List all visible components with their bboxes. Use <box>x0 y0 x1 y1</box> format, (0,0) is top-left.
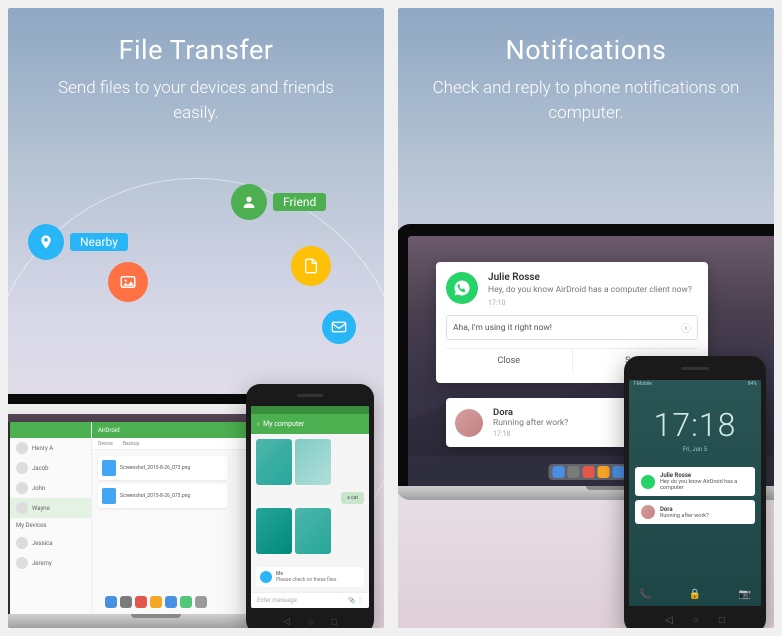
message-preview: Hey do you know AirDroid has a computer <box>660 479 749 491</box>
note-text: Please check on these files. <box>276 577 338 583</box>
phone-mockup: ‹ My computer a cat MePlease check on th… <box>246 384 374 628</box>
message-input[interactable]: Enter message 📎 ⋮ <box>251 592 369 608</box>
lockscreen-time: 17:18 <box>629 406 761 444</box>
nearby-bubble: Nearby <box>28 224 128 260</box>
timestamp: 17:10 <box>488 299 698 307</box>
file-icon <box>102 460 116 476</box>
contact-name[interactable]: Henry A <box>32 445 53 452</box>
whatsapp-icon <box>446 272 478 304</box>
home-button[interactable]: ○ <box>308 617 313 628</box>
close-button[interactable]: Close <box>446 349 573 373</box>
doc-bubble <box>291 246 331 286</box>
app-title: AirDroid <box>98 427 120 434</box>
panel-subtitle: Send files to your devices and friends e… <box>8 76 384 125</box>
tab-backup[interactable]: Backup <box>123 441 140 447</box>
sender-name: Julie Rosse <box>488 272 698 283</box>
sender-name: Julie Rosse <box>660 472 749 479</box>
note-card: MePlease check on these files. <box>256 567 364 587</box>
recent-button[interactable]: □ <box>331 617 336 628</box>
panel-subtitle: Check and reply to phone notifications o… <box>398 76 774 125</box>
avatar <box>455 409 483 437</box>
nearby-label: Nearby <box>70 233 128 251</box>
contact-name[interactable]: Wayne <box>32 505 50 512</box>
dock-icon[interactable] <box>150 596 162 608</box>
pin-icon <box>28 224 64 260</box>
android-navbar: ◁ ○ □ <box>246 617 374 628</box>
home-button[interactable]: ○ <box>693 615 699 626</box>
phone-app-header: ‹ My computer <box>251 414 369 434</box>
thumbnail[interactable] <box>256 508 292 554</box>
file-item[interactable]: Screenshot_2015-8-26_073.png <box>98 456 228 480</box>
dock-icon[interactable] <box>135 596 147 608</box>
thumbnail[interactable] <box>256 439 292 485</box>
attach-icon[interactable]: 📎 ⋮ <box>348 597 363 604</box>
lockscreen-notification[interactable]: Julie RosseHey do you know AirDroid has … <box>635 467 755 496</box>
android-navbar: ◁ ○ □ <box>624 615 766 626</box>
section-header: My Devices <box>16 522 46 529</box>
clear-icon[interactable]: ⓧ <box>681 320 691 335</box>
friend-bubble: Friend <box>231 184 326 220</box>
thumbnail[interactable] <box>295 439 331 485</box>
contacts-list: Henry A Jacob John Wayne My Devices Jess… <box>10 422 92 614</box>
friend-label: Friend <box>273 193 326 211</box>
document-icon <box>291 246 331 286</box>
tab-device[interactable]: Device <box>98 441 113 447</box>
header-title: My computer <box>263 420 304 428</box>
thumbnail[interactable] <box>295 508 331 554</box>
file-icon <box>102 488 116 504</box>
dock-icon[interactable] <box>583 466 595 478</box>
back-button[interactable]: ◁ <box>665 615 673 626</box>
notifications-panel: Notifications Check and reply to phone n… <box>398 8 774 628</box>
photo-bubble <box>108 262 148 302</box>
carrier-label: T-Mobile <box>633 381 652 389</box>
dock-icon[interactable] <box>598 466 610 478</box>
back-button[interactable]: ◁ <box>283 617 290 628</box>
phone-lockscreen-mockup: T-Mobile 84% 17:18 Fri, Jun 5 Julie Ross… <box>624 356 766 628</box>
back-icon[interactable]: ‹ <box>257 420 259 428</box>
dock-icon[interactable] <box>165 596 177 608</box>
dock-icon[interactable] <box>568 466 580 478</box>
message-preview: Running after work? <box>660 513 709 519</box>
lockscreen-date: Fri, Jun 5 <box>629 446 761 453</box>
contact-name[interactable]: Jacob <box>32 465 49 472</box>
reply-input[interactable]: Aha, I'm using it right now! ⓧ <box>446 315 698 340</box>
dock-icon[interactable] <box>180 596 192 608</box>
phone-statusbar: T-Mobile 84% <box>629 380 761 390</box>
contact-name[interactable]: John <box>32 485 45 492</box>
whatsapp-icon <box>641 475 655 489</box>
mail-bubble <box>322 310 356 344</box>
mail-icon <box>322 310 356 344</box>
file-item[interactable]: Screenshot_2015-8-26_073.png <box>98 484 228 508</box>
lockscreen-notification[interactable]: DoraRunning after work? <box>635 500 755 524</box>
battery-label: 84% <box>748 381 757 389</box>
recent-button[interactable]: □ <box>719 615 725 626</box>
message-text: Hey, do you know AirDroid has a computer… <box>488 285 698 296</box>
sender-name: Dora <box>660 506 709 513</box>
macos-dock <box>101 594 211 610</box>
file-transfer-panel: File Transfer Send files to your devices… <box>8 8 384 628</box>
dock-icon[interactable] <box>613 466 625 478</box>
contact-name[interactable]: Jessica <box>32 540 53 547</box>
dock-icon[interactable] <box>553 466 565 478</box>
photo-icon <box>108 262 148 302</box>
camera-shortcut-icon[interactable]: 📷 <box>739 589 751 600</box>
phone-shortcut-icon[interactable]: 📞 <box>639 589 651 600</box>
image-thumbnails <box>256 439 364 485</box>
avatar-icon <box>260 571 272 583</box>
message-bubble: a cat <box>341 492 364 504</box>
phone-statusbar <box>251 406 369 414</box>
dock-icon[interactable] <box>105 596 117 608</box>
contact-name[interactable]: Jeremy <box>32 560 52 567</box>
dock-icon[interactable] <box>120 596 132 608</box>
dock-icon[interactable] <box>195 596 207 608</box>
lock-icon[interactable]: 🔒 <box>689 589 701 600</box>
panel-title: Notifications <box>398 8 774 76</box>
avatar <box>641 505 655 519</box>
person-icon <box>231 184 267 220</box>
panel-title: File Transfer <box>8 8 384 76</box>
